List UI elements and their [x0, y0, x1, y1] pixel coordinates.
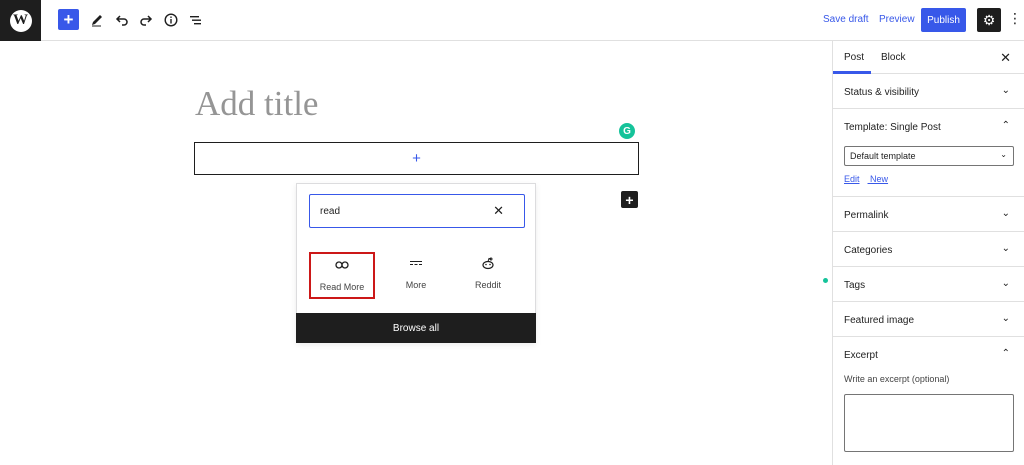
browse-all-button[interactable]: Browse all — [296, 313, 536, 343]
editor-top-bar: W + Save draft Preview Publish ⚙ ⋮ — [0, 0, 1024, 41]
link-icon — [335, 254, 349, 276]
panel-status-visibility[interactable]: Status & visibility ⌄ — [833, 74, 1024, 109]
excerpt-help-text: Write an excerpt (optional) — [844, 374, 950, 384]
panel-title[interactable]: Template: Single Post — [844, 122, 941, 133]
sidebar-tabs: Post Block ✕ — [833, 41, 1024, 74]
wordpress-logo[interactable]: W — [0, 0, 41, 41]
reddit-icon — [481, 252, 495, 274]
block-option-label: Read More — [319, 282, 365, 292]
block-option-more[interactable]: More — [383, 252, 449, 299]
panel-featured-image[interactable]: Featured image ⌄ — [833, 302, 1024, 337]
panel-title: Featured image — [844, 315, 915, 326]
block-option-label: More — [405, 280, 427, 290]
more-options-icon[interactable]: ⋮ — [1008, 10, 1022, 27]
tab-post[interactable]: Post — [844, 52, 864, 63]
panel-tags[interactable]: Tags ⌄ — [833, 267, 1024, 302]
panel-title[interactable]: Excerpt — [844, 350, 878, 361]
template-edit-link[interactable]: Edit — [844, 174, 860, 184]
close-sidebar-icon[interactable]: ✕ — [1000, 50, 1011, 66]
panel-title: Tags — [844, 280, 866, 291]
block-option-reddit[interactable]: Reddit — [455, 252, 521, 299]
block-inserter-popover: read ✕ Read More More Reddit Browse all — [296, 183, 536, 343]
list-view-icon[interactable] — [185, 9, 207, 31]
chevron-down-icon: ⌄ — [1001, 278, 1010, 289]
add-block-button[interactable]: + — [58, 9, 79, 30]
block-search-input[interactable]: read ✕ — [309, 194, 525, 228]
info-icon[interactable] — [160, 9, 182, 31]
post-title-placeholder[interactable]: Add title — [195, 84, 318, 124]
status-dot — [823, 278, 828, 283]
panel-permalink[interactable]: Permalink ⌄ — [833, 197, 1024, 232]
panel-categories[interactable]: Categories ⌄ — [833, 232, 1024, 267]
inline-add-block-button[interactable]: + — [621, 191, 638, 208]
settings-gear-icon[interactable]: ⚙ — [977, 8, 1001, 32]
wordpress-w-icon: W — [9, 9, 32, 32]
save-draft-button[interactable]: Save draft — [823, 14, 869, 25]
search-query-text[interactable]: read — [320, 206, 340, 217]
panel-title: Status & visibility — [844, 87, 920, 98]
template-links: Edit New — [844, 174, 896, 184]
excerpt-textarea[interactable] — [844, 394, 1014, 452]
chevron-down-icon: ⌄ — [1001, 243, 1010, 254]
template-select[interactable]: Default template ⌄ — [844, 146, 1014, 166]
chevron-up-icon[interactable]: ⌃ — [1002, 348, 1010, 359]
more-divider-icon — [409, 252, 423, 274]
block-option-read-more[interactable]: Read More — [309, 252, 375, 299]
preview-button[interactable]: Preview — [879, 14, 915, 25]
chevron-down-icon: ⌄ — [1000, 150, 1007, 159]
block-option-label: Reddit — [474, 280, 501, 290]
chevron-up-icon[interactable]: ⌃ — [1002, 120, 1010, 131]
chevron-down-icon: ⌄ — [1001, 208, 1010, 219]
chevron-down-icon: ⌄ — [1001, 85, 1010, 96]
chevron-down-icon: ⌄ — [1001, 313, 1010, 324]
settings-sidebar: Post Block ✕ Status & visibility ⌄ Templ… — [832, 41, 1024, 465]
grammarly-icon[interactable]: G — [619, 123, 635, 139]
template-select-value: Default template — [850, 151, 916, 161]
publish-button[interactable]: Publish — [921, 8, 966, 32]
redo-icon[interactable] — [135, 9, 157, 31]
panel-title: Permalink — [844, 210, 889, 221]
template-new-link[interactable]: New — [870, 174, 888, 184]
tab-block[interactable]: Block — [881, 52, 905, 63]
undo-icon[interactable] — [111, 9, 133, 31]
pen-tool-icon[interactable] — [86, 9, 108, 31]
block-appender-button[interactable]: + — [194, 142, 639, 175]
clear-search-icon[interactable]: ✕ — [493, 203, 504, 219]
panel-title: Categories — [844, 245, 893, 256]
